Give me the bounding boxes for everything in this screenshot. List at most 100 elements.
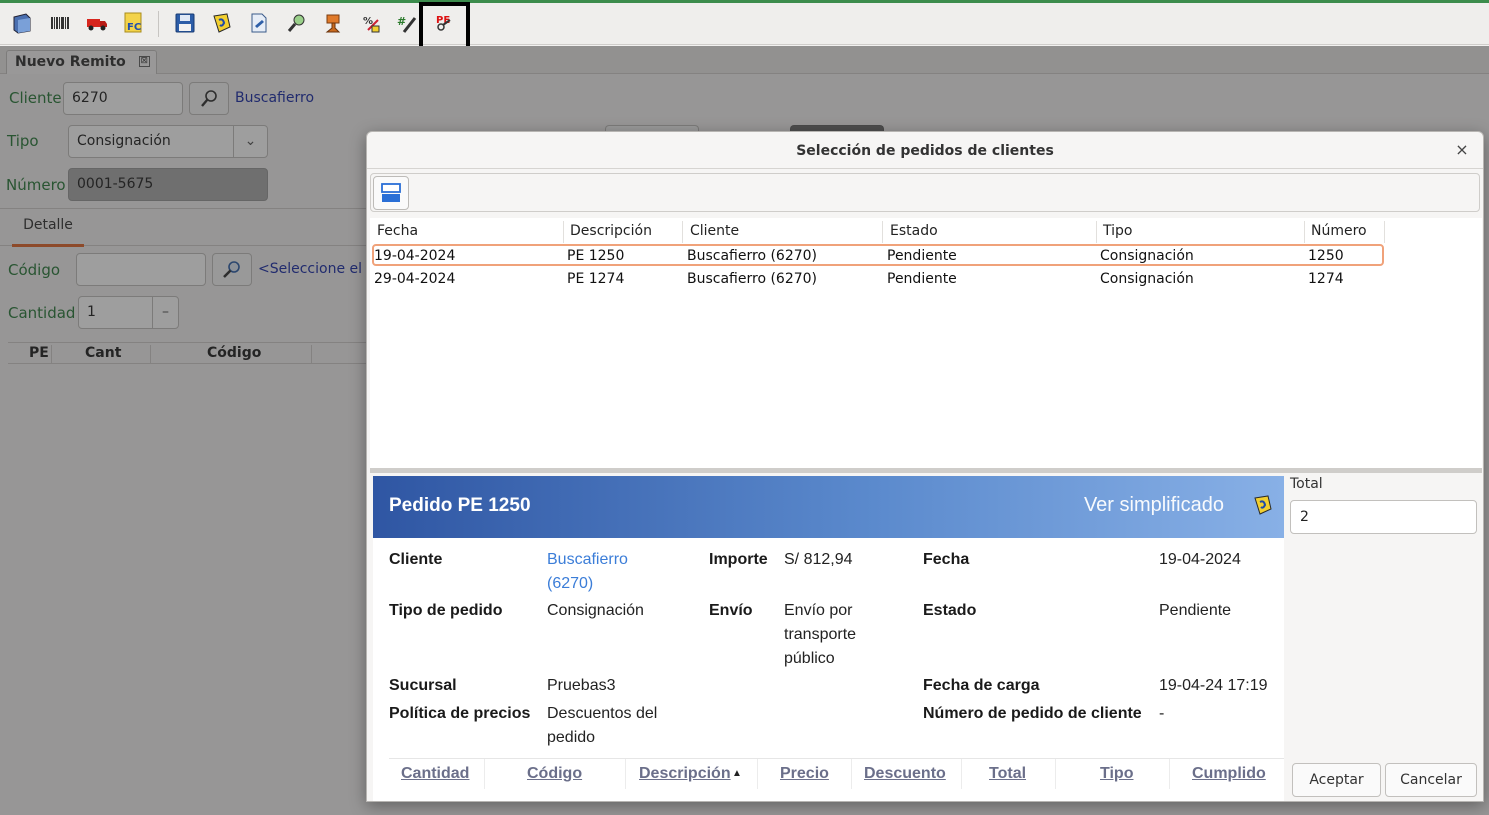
col-separator (882, 221, 883, 243)
detail-sucursal-label: Sucursal (389, 677, 457, 694)
col-estado[interactable]: Estado (890, 223, 938, 239)
svg-text:FC: FC (127, 22, 141, 33)
main-toolbar: FC % # PE (0, 3, 1489, 45)
cell-numero: 1250 (1308, 248, 1344, 264)
cell-estado: Pendiente (887, 271, 957, 287)
detail-cliente-label: Cliente (389, 551, 443, 568)
items-col-descripcion[interactable]: Descripción (639, 765, 731, 783)
split-view-icon (381, 183, 401, 202)
col-separator (625, 759, 626, 789)
orders-table-header: Fecha Descripción Cliente Estado Tipo Nú… (370, 218, 1482, 244)
items-col-tipo[interactable]: Tipo (1100, 765, 1133, 783)
dialog-close-icon[interactable]: × (1453, 141, 1471, 159)
detail-importe-label: Importe (709, 551, 768, 568)
detail-politica-label: Política de precios (389, 705, 531, 722)
col-descripcion[interactable]: Descripción (570, 223, 652, 239)
detail-cliente-code[interactable]: (6270) (547, 572, 593, 596)
total-field[interactable]: 2 (1290, 500, 1477, 534)
fc-invoice-icon[interactable]: FC (121, 10, 147, 36)
col-separator (757, 759, 758, 789)
col-separator (851, 759, 852, 789)
col-tipo[interactable]: Tipo (1103, 223, 1132, 239)
document-icon[interactable] (246, 10, 272, 36)
detail-importe-value: S/ 812,94 (784, 551, 853, 568)
detail-tipo-label: Tipo de pedido (389, 602, 503, 619)
detail-fecha-label: Fecha (923, 551, 970, 568)
detail-numero-cliente-label: Número de pedido de cliente (923, 705, 1142, 722)
detail-envio-value: Envío por (784, 602, 853, 619)
toolbar-highlight-frame (419, 2, 470, 50)
table-row[interactable]: 19-04-2024 PE 1250 Buscafierro (6270) Pe… (372, 244, 1384, 266)
items-col-cantidad[interactable]: Cantidad (401, 765, 469, 783)
detail-numero-cliente-value: - (1159, 705, 1165, 722)
col-separator (1169, 759, 1170, 789)
detail-estado-value: Pendiente (1159, 602, 1232, 619)
yellow-note-icon[interactable] (1252, 494, 1274, 516)
items-col-precio[interactable]: Precio (780, 765, 829, 783)
col-fecha[interactable]: Fecha (377, 223, 418, 239)
order-selection-dialog: Selección de pedidos de clientes × Fecha… (366, 131, 1484, 802)
col-numero[interactable]: Número (1311, 223, 1367, 239)
sort-ascending-icon: ▲ (732, 768, 742, 779)
col-separator (1055, 759, 1056, 789)
order-detail-title: Pedido PE 1250 (389, 495, 531, 516)
detail-sucursal-value: Pruebas3 (547, 677, 616, 694)
ver-simplificado-link[interactable]: Ver simplificado (1084, 494, 1224, 517)
detail-envio-value: público (784, 650, 835, 667)
table-row[interactable]: 29-04-2024 PE 1274 Buscafierro (6270) Pe… (374, 269, 1386, 291)
dialog-toolbar (370, 173, 1480, 212)
svg-text:#: # (397, 15, 406, 28)
calculator-edit-icon[interactable]: # (394, 10, 420, 36)
col-separator (1096, 221, 1097, 243)
col-separator (1384, 221, 1385, 243)
detail-fecha-carga-label: Fecha de carga (923, 677, 1040, 694)
detail-fecha-value: 19-04-2024 (1159, 551, 1241, 568)
cell-fecha: 29-04-2024 (374, 271, 456, 287)
order-detail-banner: Pedido PE 1250 Ver simplificado (373, 476, 1284, 538)
stamp-icon[interactable] (321, 10, 347, 36)
cancel-button[interactable]: Cancelar (1385, 763, 1477, 797)
items-col-descuento[interactable]: Descuento (864, 765, 946, 783)
col-cliente[interactable]: Cliente (690, 223, 739, 239)
cell-descripcion: PE 1274 (567, 271, 625, 287)
col-separator (563, 221, 564, 243)
items-col-codigo[interactable]: Código (527, 765, 582, 783)
split-view-button[interactable] (373, 176, 409, 210)
cell-tipo: Consignación (1100, 271, 1194, 287)
save-icon[interactable] (172, 10, 198, 36)
col-separator (484, 759, 485, 789)
magnifier-tool-icon[interactable] (284, 10, 310, 36)
detail-politica-value: pedido (547, 729, 596, 746)
toolbar-separator (158, 11, 159, 37)
barcode-icon[interactable] (47, 10, 73, 36)
col-separator (1304, 221, 1305, 243)
detail-estado-label: Estado (923, 602, 977, 619)
yellow-note-icon[interactable] (209, 10, 235, 36)
dialog-side-panel: Total 2 Aceptar Cancelar (1284, 476, 1483, 801)
cell-cliente: Buscafierro (6270) (687, 248, 818, 264)
cell-tipo: Consignación (1100, 248, 1194, 264)
cell-descripcion: PE 1250 (567, 248, 625, 264)
order-detail-panel: Pedido PE 1250 Ver simplificado Cliente … (373, 476, 1284, 801)
detail-tipo-value: Consignación (547, 602, 644, 619)
detail-envio-label: Envío (709, 602, 753, 619)
items-col-total[interactable]: Total (989, 765, 1026, 783)
cell-cliente: Buscafierro (6270) (687, 271, 818, 287)
truck-icon[interactable] (84, 10, 110, 36)
pane-splitter[interactable] (370, 468, 1482, 473)
cell-estado: Pendiente (887, 248, 957, 264)
total-label: Total (1290, 476, 1323, 492)
col-separator (682, 221, 683, 243)
col-separator (961, 759, 962, 789)
book-icon[interactable] (9, 10, 35, 36)
detail-cliente-link[interactable]: Buscafierro (547, 548, 628, 572)
items-col-cumplido[interactable]: Cumplido (1192, 765, 1266, 783)
accept-button[interactable]: Aceptar (1292, 763, 1381, 797)
percent-icon[interactable]: % (358, 10, 384, 36)
detail-envio-value: transporte (784, 626, 857, 643)
orders-table: Fecha Descripción Cliente Estado Tipo Nú… (370, 218, 1482, 468)
detail-fecha-carga-value: 19-04-24 17:19 (1159, 677, 1268, 694)
cell-fecha: 19-04-2024 (374, 248, 456, 264)
items-table-header: Cantidad Código Descripción ▲ Precio Des… (389, 758, 1284, 789)
cell-numero: 1274 (1308, 271, 1344, 287)
